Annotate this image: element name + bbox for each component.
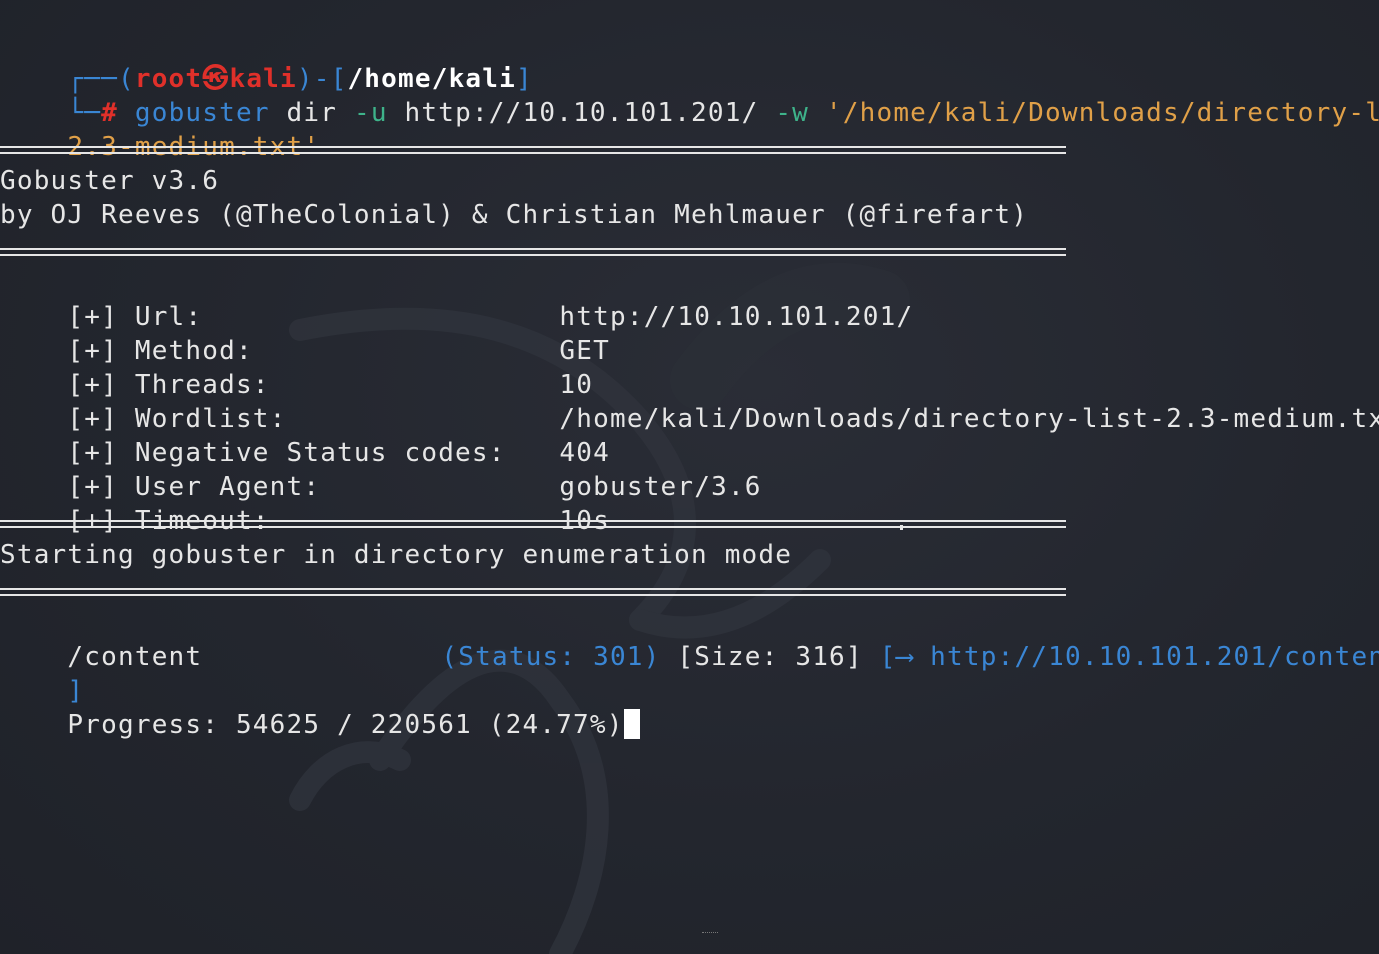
separator xyxy=(0,248,1066,256)
prompt-line: ┌──(root㉿kali)-[/home/kali] xyxy=(0,28,533,94)
config-row: [+] Timeout: 10s xyxy=(0,470,610,536)
resize-handle[interactable] xyxy=(702,932,718,935)
config-row: [+] Threads: 10 xyxy=(0,334,593,400)
result-redirect[interactable]: [⟶ http://10.10.101.201/content/ xyxy=(880,642,1379,672)
result-size: [Size: 316] xyxy=(677,642,863,672)
config-value: /home/kali/Downloads/directory-list-2.3-… xyxy=(559,404,1379,434)
command-flag-u: -u xyxy=(353,98,388,128)
config-row: [+] Negative Status codes: 404 xyxy=(0,402,610,468)
result-path: /content xyxy=(67,642,203,672)
command-line-wrap: 2.3-medium.txt' xyxy=(0,96,320,162)
config-row: [+] Wordlist:/home/kali/Downloads/direct… xyxy=(0,368,1379,434)
result-row: /content (Status: 301) [Size: 316] [⟶ htt… xyxy=(0,606,1379,672)
progress-text: Progress: 54625 / 220561 (24.77%) xyxy=(67,710,624,740)
config-row: [+] Method: GET xyxy=(0,300,610,366)
result-row-wrap: ] xyxy=(0,640,84,706)
command-flag-w: -w xyxy=(775,98,810,128)
result-status: (Status: 301) xyxy=(441,642,661,672)
config-row: [+] User Agent: gobuster/3.6 xyxy=(0,436,762,502)
progress-line: Progress: 54625 / 220561 (24.77%) xyxy=(0,674,640,740)
start-message: Starting gobuster in directory enumerati… xyxy=(0,540,793,570)
banner-title: Gobuster v3.6 xyxy=(0,166,220,196)
config-row: [+] Url: http://10.10.101.201/ xyxy=(0,266,913,332)
terminal-window[interactable]: ┌──(root㉿kali)-[/home/kali] └─# gobuster… xyxy=(0,0,1379,954)
config-value: http://10.10.101.201/ xyxy=(559,302,914,332)
banner-authors: by OJ Reeves (@TheColonial) & Christian … xyxy=(0,200,1029,230)
separator xyxy=(0,520,1066,530)
command-url: http://10.10.101.201/ xyxy=(387,98,776,128)
command-line: └─# gobuster dir -u http://10.10.101.201… xyxy=(0,62,1379,128)
separator xyxy=(0,588,1066,596)
command-wordlist: '/home/kali/Downloads/directory-list xyxy=(809,98,1379,128)
cursor xyxy=(623,709,640,739)
separator xyxy=(0,146,1066,154)
separator-tick xyxy=(900,525,903,530)
